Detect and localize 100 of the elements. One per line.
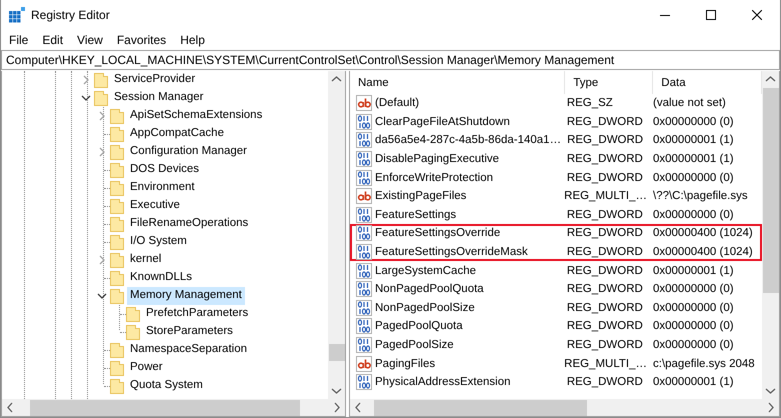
scrollbar-thumb[interactable] bbox=[329, 344, 345, 361]
chevron-right-icon[interactable] bbox=[98, 147, 106, 157]
value-row[interactable]: da56a5e4-287c-4a5b-86da-140a1… REG_DWORD 0x00000001 (1) bbox=[350, 131, 762, 150]
vertical-scrollbar[interactable] bbox=[762, 71, 779, 399]
tree-item[interactable]: Memory Management bbox=[127, 287, 245, 305]
value-data: 0x00000001 (1) bbox=[652, 153, 735, 166]
chevron-right-icon[interactable] bbox=[98, 111, 106, 121]
folder-icon bbox=[110, 342, 124, 358]
value-row[interactable]: EnforceWriteProtection REG_DWORD 0x00000000 (0) bbox=[350, 168, 762, 187]
value-data: 0x00000001 (1) bbox=[652, 134, 735, 146]
value-row[interactable]: ClearPageFileAtShutdown REG_DWORD 0x00000000 (0) bbox=[350, 112, 762, 132]
value-data: 0x00000000 (0) bbox=[652, 172, 735, 184]
value-row[interactable]: LargeSystemCache REG_DWORD 0x00000001 (1) bbox=[350, 261, 762, 280]
address-field[interactable]: Computer\HKEY_LOCAL_MACHINE\SYSTEM\CurrentControlSet\Control\Session Manager\Memory Management bbox=[1, 50, 780, 70]
chevron-down-icon[interactable] bbox=[81, 94, 91, 102]
tree-item[interactable]: AppCompatCache bbox=[127, 125, 227, 143]
value-row[interactable]: PhysicalAddressExtension REG_DWORD 0x00000001 (1) bbox=[350, 372, 762, 392]
menu-item[interactable]: View bbox=[70, 32, 110, 46]
tree-item[interactable]: Power bbox=[127, 359, 166, 377]
column-header[interactable]: Type bbox=[565, 71, 654, 94]
tree-item[interactable]: ApiSetSchemaExtensions bbox=[127, 107, 266, 125]
value-row[interactable]: NonPagedPoolSize REG_DWORD 0x00000000 (0) bbox=[350, 298, 762, 318]
menu-item[interactable]: Favorites bbox=[110, 32, 174, 46]
folder-icon bbox=[110, 126, 124, 142]
tree-item[interactable]: PrefetchParameters bbox=[143, 305, 252, 323]
binary-value-icon bbox=[356, 337, 372, 354]
value-name[interactable]: EnforceWriteProtection bbox=[375, 172, 494, 184]
tree-item[interactable]: StoreParameters bbox=[143, 323, 236, 341]
binary-value-icon bbox=[356, 114, 372, 130]
value-name[interactable]: FeatureSettings bbox=[375, 208, 456, 221]
folder-icon bbox=[110, 144, 124, 160]
tree-item[interactable]: Environment bbox=[127, 179, 198, 197]
folder-icon bbox=[110, 198, 124, 214]
value-row[interactable]: FeatureSettings REG_DWORD 0x00000000 (0) bbox=[350, 206, 762, 224]
value-row[interactable]: PagedPoolSize REG_DWORD 0x00000000 (0) bbox=[350, 336, 762, 354]
value-name[interactable]: NonPagedPoolQuota bbox=[375, 283, 484, 296]
value-name[interactable]: FeatureSettingsOverride bbox=[375, 227, 500, 240]
tree-item[interactable]: NamespaceSeparation bbox=[127, 341, 250, 359]
tree-item[interactable]: Executive bbox=[127, 197, 183, 215]
window-title: Registry Editor bbox=[31, 8, 110, 22]
value-name[interactable]: PagedPoolSize bbox=[375, 339, 454, 352]
column-header[interactable]: Name bbox=[350, 71, 566, 94]
tree-item[interactable]: I/O System bbox=[127, 233, 190, 251]
horizontal-scrollbar[interactable] bbox=[350, 399, 779, 416]
value-name[interactable]: PhysicalAddressExtension bbox=[375, 376, 511, 388]
value-row[interactable]: DisablePagingExecutive REG_DWORD 0x00000001 (1) bbox=[350, 150, 762, 168]
tree-item[interactable]: DOS Devices bbox=[127, 161, 202, 179]
value-name[interactable]: PagingFiles bbox=[375, 358, 436, 370]
value-name[interactable]: da56a5e4-287c-4a5b-86da-140a1… bbox=[375, 134, 562, 146]
chevron-right-icon[interactable] bbox=[82, 75, 90, 85]
value-name[interactable]: FeatureSettingsOverrideMask bbox=[375, 246, 528, 258]
value-row[interactable]: FeatureSettingsOverride REG_DWORD 0x00000400 (1024) bbox=[350, 224, 762, 243]
tree-item[interactable]: Configuration Manager bbox=[127, 143, 250, 161]
tree-item[interactable]: Session Manager bbox=[111, 89, 206, 107]
value-data: (value not set) bbox=[652, 97, 727, 110]
tree-item[interactable]: kernel bbox=[127, 251, 164, 269]
value-type: REG_SZ bbox=[566, 97, 614, 110]
chevron-down-icon[interactable] bbox=[97, 292, 107, 300]
menu-item[interactable]: Edit bbox=[35, 32, 70, 46]
app-icon bbox=[9, 7, 25, 23]
tree-item[interactable]: ServiceProvider bbox=[111, 71, 198, 89]
value-type: REG_DWORD bbox=[566, 283, 644, 296]
value-row[interactable]: (Default) REG_SZ (value not set) bbox=[350, 94, 762, 113]
value-row[interactable]: ExistingPageFiles REG_MULTI_… \??\C:\pagefile.sys bbox=[350, 186, 762, 206]
vertical-scrollbar[interactable] bbox=[328, 71, 345, 399]
menu-item[interactable]: Help bbox=[173, 32, 212, 46]
value-name[interactable]: ExistingPageFiles bbox=[375, 190, 466, 202]
string-value-icon bbox=[356, 188, 372, 204]
horizontal-scrollbar[interactable] bbox=[2, 399, 345, 416]
value-type: REG_DWORD bbox=[566, 264, 644, 277]
scrollbar-thumb[interactable] bbox=[763, 88, 779, 293]
value-name[interactable]: ClearPageFileAtShutdown bbox=[375, 116, 510, 128]
value-row[interactable]: PagingFiles REG_MULTI_… c:\pagefile.sys 2048 bbox=[350, 354, 762, 373]
menu-item[interactable]: File bbox=[2, 32, 36, 46]
binary-value-icon bbox=[356, 318, 372, 334]
tree-item[interactable]: Quota System bbox=[127, 377, 206, 395]
folder-icon bbox=[94, 90, 108, 106]
binary-value-icon bbox=[356, 206, 372, 223]
folder-icon bbox=[110, 108, 124, 124]
value-row[interactable]: FeatureSettingsOverrideMask REG_DWORD 0x00000400 (1024) bbox=[350, 242, 762, 262]
value-type: REG_DWORD bbox=[566, 376, 644, 388]
value-name[interactable]: LargeSystemCache bbox=[375, 264, 476, 277]
value-row[interactable]: NonPagedPoolQuota REG_DWORD 0x00000000 (0) bbox=[350, 280, 762, 299]
binary-value-icon bbox=[356, 132, 372, 148]
tree-item[interactable]: FileRenameOperations bbox=[127, 215, 252, 233]
value-row[interactable]: PagedPoolQuota REG_DWORD 0x00000000 (0) bbox=[350, 317, 762, 336]
scrollbar-thumb[interactable] bbox=[30, 400, 300, 416]
scrollbar-thumb[interactable] bbox=[374, 400, 587, 416]
value-name[interactable]: DisablePagingExecutive bbox=[375, 153, 500, 166]
value-type: REG_MULTI_… bbox=[563, 358, 647, 370]
chevron-right-icon[interactable] bbox=[98, 255, 106, 265]
tree-item[interactable]: KnownDLLs bbox=[127, 269, 196, 287]
value-name[interactable]: NonPagedPoolSize bbox=[375, 302, 475, 314]
binary-value-icon bbox=[356, 225, 372, 242]
value-name[interactable]: (Default) bbox=[375, 97, 420, 110]
folder-icon bbox=[110, 270, 124, 286]
string-value-icon bbox=[356, 95, 372, 112]
value-data: 0x00000001 (1) bbox=[652, 264, 735, 277]
close-icon bbox=[752, 10, 762, 20]
value-name[interactable]: PagedPoolQuota bbox=[375, 320, 463, 332]
